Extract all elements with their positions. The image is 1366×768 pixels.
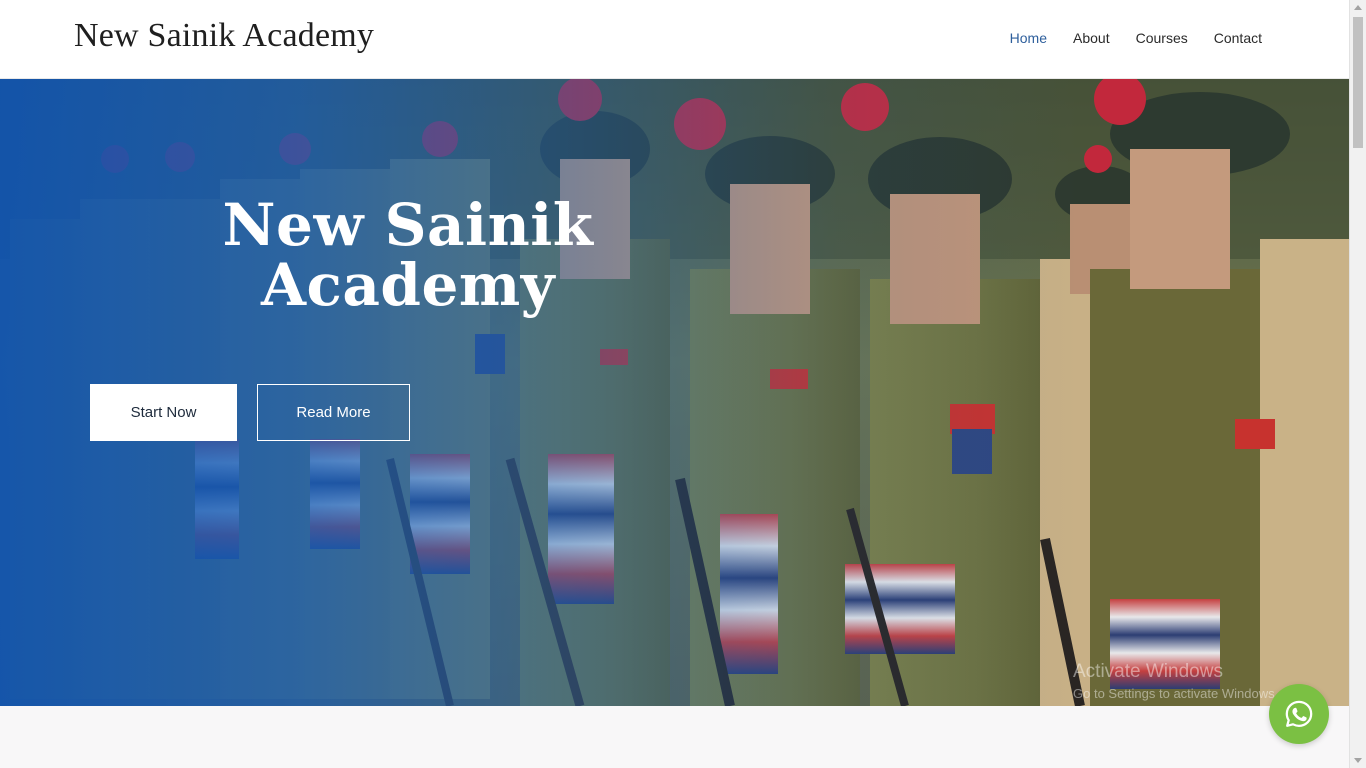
next-section [0,706,1349,768]
watermark-line1: Activate Windows [1073,661,1223,682]
whatsapp-chat-button[interactable] [1269,684,1329,744]
site-header: New Sainik Academy Home About Courses Co… [0,0,1349,79]
scrollbar-thumb[interactable] [1353,17,1363,148]
scroll-up-arrow-icon[interactable] [1354,5,1362,10]
main-nav: Home About Courses Contact [984,30,1262,46]
nav-contact-link[interactable]: Contact [1214,30,1262,46]
page-scrollbar[interactable] [1349,0,1366,768]
whatsapp-icon [1285,700,1313,727]
scroll-down-arrow-icon[interactable] [1354,758,1362,763]
nav-courses-link[interactable]: Courses [1136,30,1188,46]
site-brand[interactable]: New Sainik Academy [74,17,374,55]
hero-title-line2: Academy [261,251,555,319]
start-now-button[interactable]: Start Now [90,384,237,441]
read-more-button[interactable]: Read More [257,384,410,441]
nav-about-link[interactable]: About [1073,30,1110,46]
watermark-line2: Go to Settings to activate Windows. [1073,686,1279,701]
hero-section: New Sainik Academy Start Now Read More A… [0,79,1349,706]
windows-activation-watermark: Activate Windows Go to Settings to activ… [1073,661,1278,701]
hero-title-line1: New Sainik [222,191,594,259]
hero-title: New Sainik Academy [190,195,626,315]
nav-home-link[interactable]: Home [1010,30,1047,46]
